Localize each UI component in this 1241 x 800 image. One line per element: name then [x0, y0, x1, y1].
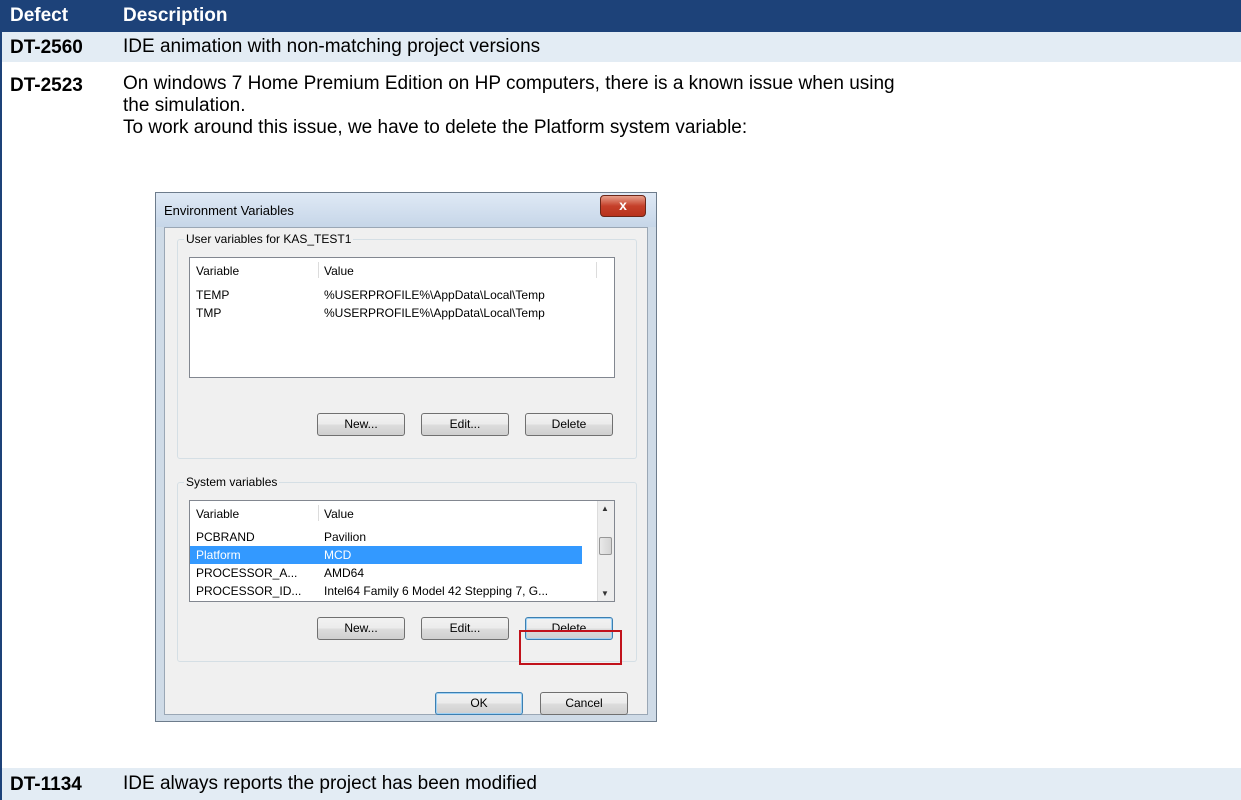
defect-id: DT-1134 — [10, 774, 82, 795]
table-row: DT-1134 IDE always reports the project h… — [0, 768, 1241, 800]
item-value: %USERPROFILE%\AppData\Local\Temp — [324, 306, 545, 320]
item-value: Pavilion — [324, 530, 367, 544]
user-variables-label: User variables for KAS_TEST1 — [184, 232, 354, 246]
list-item-selected[interactable]: Platform MCD — [190, 546, 582, 564]
col-value[interactable]: Value — [324, 264, 354, 278]
scroll-thumb[interactable] — [599, 537, 612, 555]
item-variable: PROCESSOR_A... — [196, 566, 298, 580]
list-header: Variable Value — [190, 258, 614, 282]
system-edit-button[interactable]: Edit... — [421, 617, 509, 640]
list-item[interactable]: TMP %USERPROFILE%\AppData\Local\Temp — [190, 304, 614, 322]
system-new-button[interactable]: New... — [317, 617, 405, 640]
item-value: AMD64 — [324, 566, 365, 580]
item-variable: TMP — [196, 306, 222, 320]
list-item[interactable]: PCBRAND Pavilion — [190, 528, 614, 546]
system-variables-label: System variables — [184, 475, 280, 489]
column-separator — [318, 262, 319, 278]
list-item[interactable]: TEMP %USERPROFILE%\AppData\Local\Temp — [190, 286, 614, 304]
scroll-up-icon[interactable]: ▲ — [601, 504, 609, 513]
table-left-border — [0, 32, 2, 800]
close-icon: x — [619, 197, 627, 213]
defect-description: IDE animation with non-matching project … — [123, 36, 541, 57]
item-variable: PROCESSOR_ID... — [196, 584, 302, 598]
system-variables-list[interactable]: Variable Value PCBRAND Pavilion Platform… — [189, 500, 615, 602]
scroll-down-icon[interactable]: ▼ — [601, 589, 609, 598]
user-new-button[interactable]: New... — [317, 413, 405, 436]
item-value: Intel64 Family 6 Model 42 Stepping 7, G.… — [324, 584, 549, 598]
user-variables-list[interactable]: Variable Value TEMP %USERPROFILE%\AppDat… — [189, 257, 615, 378]
defect-description: IDE always reports the project has been … — [123, 773, 537, 794]
defect-id: DT-2523 — [10, 75, 83, 96]
table-row: DT-2560 IDE animation with non-matching … — [0, 32, 1241, 62]
vertical-scrollbar[interactable]: ▲ ▼ — [597, 501, 614, 601]
col-value[interactable]: Value — [324, 507, 354, 521]
ok-button[interactable]: OK — [435, 692, 523, 715]
item-variable: PCBRAND — [196, 530, 255, 544]
item-variable: Platform — [196, 548, 241, 562]
delete-highlight-box — [519, 630, 622, 665]
defect-description-line: On windows 7 Home Premium Edition on HP … — [123, 73, 895, 94]
user-edit-button[interactable]: Edit... — [421, 413, 509, 436]
table-header: Defect Description — [0, 0, 1241, 32]
cancel-button[interactable]: Cancel — [540, 692, 628, 715]
defect-description-line: To work around this issue, we have to de… — [123, 117, 748, 138]
list-item[interactable]: PROCESSOR_ID... Intel64 Family 6 Model 4… — [190, 582, 614, 600]
header-defect: Defect — [10, 5, 69, 26]
user-variables-group: User variables for KAS_TEST1 Variable Va… — [177, 232, 637, 459]
header-description: Description — [123, 5, 228, 26]
user-delete-button[interactable]: Delete — [525, 413, 613, 436]
col-variable[interactable]: Variable — [196, 507, 239, 521]
defect-description-line: the simulation. — [123, 95, 246, 116]
col-variable[interactable]: Variable — [196, 264, 239, 278]
item-value: %USERPROFILE%\AppData\Local\Temp — [324, 288, 545, 302]
defect-id: DT-2560 — [10, 37, 83, 58]
close-button[interactable]: x — [600, 195, 646, 217]
item-value: MCD — [324, 548, 352, 562]
column-separator — [596, 262, 597, 278]
dialog-title: Environment Variables — [164, 203, 294, 218]
item-variable: TEMP — [196, 288, 230, 302]
list-header: Variable Value — [190, 501, 614, 525]
list-item[interactable]: PROCESSOR_A... AMD64 — [190, 564, 614, 582]
column-separator — [318, 505, 319, 521]
dialog-titlebar: Environment Variables x — [156, 193, 656, 227]
